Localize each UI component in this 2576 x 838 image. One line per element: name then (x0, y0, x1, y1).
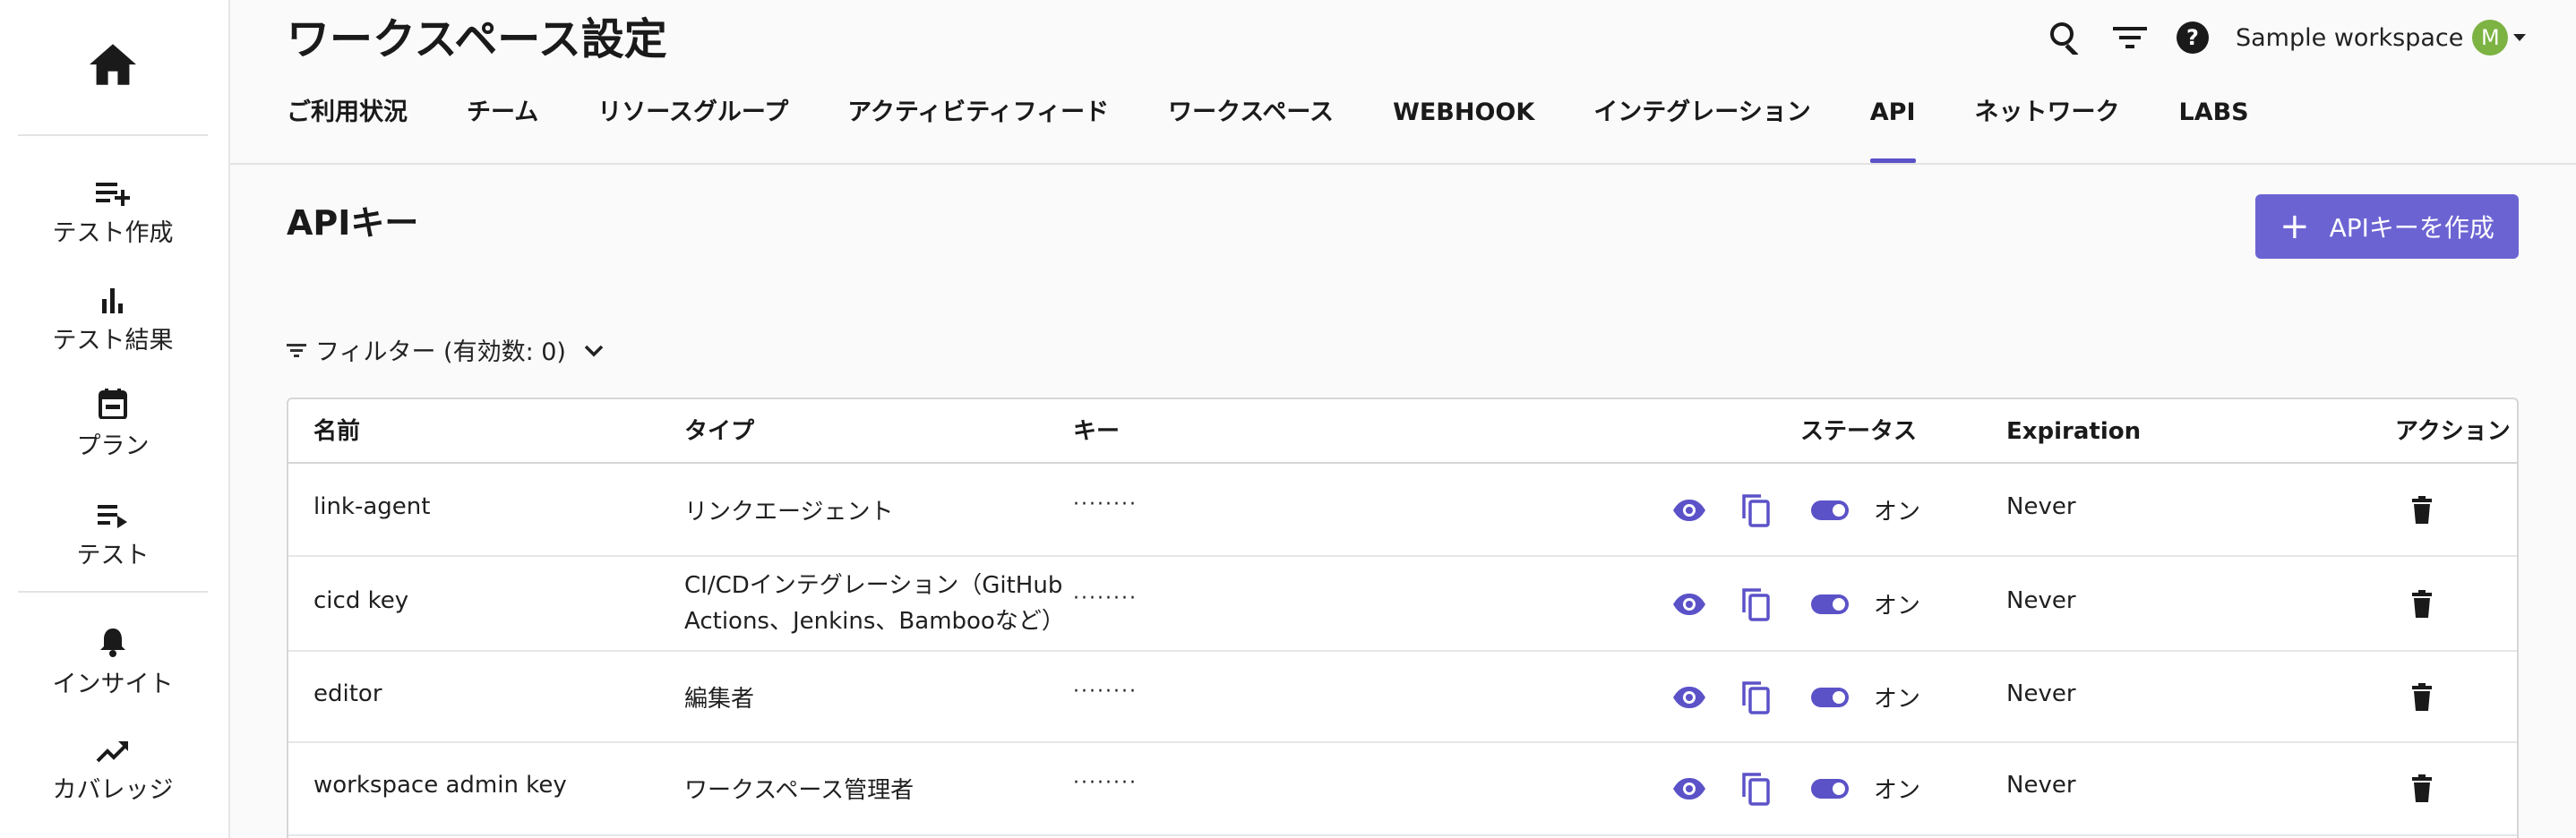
sidebar-divider (18, 591, 208, 593)
expiration-value: Never (2006, 772, 2076, 799)
workspace-selector[interactable]: Sample workspace M (2236, 18, 2527, 57)
key-value-masked: ········ (1073, 680, 1138, 703)
key-type: CI/CDインテグレーション（GitHub Actions、Jenkins、Ba… (684, 572, 1065, 635)
status-label: オン (1874, 777, 1921, 804)
table-row: cicd key CI/CDインテグレーション（GitHub Actions、J… (288, 557, 2517, 652)
column-header-action: アクション (2395, 418, 2511, 445)
table-row: editor 編集者 ········ オン Never (288, 652, 2517, 743)
filter-label: フィルター (有効数: 0) (315, 338, 566, 366)
sidebar-item-label: プラン (76, 432, 150, 460)
eye-icon[interactable] (1670, 491, 1709, 530)
key-value-masked: ········ (1073, 772, 1138, 794)
expiration-value: Never (2006, 493, 2076, 520)
column-header-type[interactable]: タイプ (684, 399, 754, 464)
sidebar-item-insights[interactable]: インサイト (0, 621, 226, 711)
trash-icon[interactable] (2402, 769, 2442, 808)
tab-usage[interactable]: ご利用状況 (287, 95, 408, 163)
trash-icon[interactable] (2402, 678, 2442, 717)
key-name: editor (313, 680, 382, 707)
eye-icon[interactable] (1670, 769, 1709, 808)
copy-icon[interactable] (1736, 678, 1775, 717)
filter-toggle[interactable]: フィルター (有効数: 0) (287, 333, 604, 366)
copy-icon[interactable] (1736, 585, 1775, 624)
api-keys-table: 名前 タイプ キー ステータス Expiration アクション link-ag… (287, 398, 2519, 838)
table-header: 名前 タイプ キー ステータス Expiration アクション (288, 399, 2517, 464)
status-toggle[interactable] (1811, 500, 1849, 520)
tab-network[interactable]: ネットワーク (1975, 95, 2120, 163)
chevron-down-icon (584, 336, 604, 363)
sidebar-item-label: インサイト (52, 671, 174, 698)
sidebar-item-plan[interactable]: プラン (0, 383, 226, 473)
table-row: link-agent リンクエージェント ········ オン Never (288, 464, 2517, 557)
search-icon[interactable] (2046, 18, 2085, 57)
plus-icon: + (2280, 206, 2310, 247)
status-label: オン (1874, 499, 1921, 526)
trending-up-icon (96, 727, 130, 763)
header-divider (230, 163, 2576, 165)
workspace-name: Sample workspace (2236, 23, 2464, 52)
column-header-status[interactable]: ステータス (1800, 399, 1917, 464)
key-name: cicd key (313, 587, 409, 614)
tab-resource-groups[interactable]: リソースグループ (597, 95, 788, 163)
expiration-value: Never (2006, 587, 2076, 614)
column-header-key[interactable]: キー (1073, 399, 1120, 464)
filter-icon[interactable] (2110, 18, 2150, 57)
status-label: オン (1874, 593, 1921, 620)
avatar: M (2472, 20, 2509, 56)
trash-icon[interactable] (2402, 491, 2442, 530)
tab-team[interactable]: チーム (467, 95, 538, 163)
tab-activity-feed[interactable]: アクティビティフィード (847, 95, 1109, 163)
bar-chart-icon (100, 278, 125, 313)
column-header-expiration[interactable]: Expiration (2006, 399, 2141, 464)
key-value-masked: ········ (1073, 493, 1138, 516)
sidebar-item-label: テスト結果 (52, 327, 174, 355)
sidebar-item-label: テスト作成 (52, 219, 174, 247)
key-type: リンクエージェント (684, 499, 894, 526)
key-name: workspace admin key (313, 772, 567, 799)
sidebar-item-coverage[interactable]: カバレッジ (0, 727, 226, 817)
eye-icon[interactable] (1670, 585, 1709, 624)
status-toggle[interactable] (1811, 688, 1849, 707)
tab-integrations[interactable]: インテグレーション (1593, 95, 1810, 163)
table-row: workspace admin key ワークスペース管理者 ········ … (288, 743, 2517, 836)
playlist-play-icon (98, 492, 128, 528)
eye-icon[interactable] (1670, 678, 1709, 717)
tab-workspace[interactable]: ワークスペース (1168, 95, 1334, 163)
playlist-add-icon (96, 170, 130, 206)
tab-api[interactable]: API (1869, 95, 1916, 163)
page-title: ワークスペース設定 (287, 14, 667, 64)
status-label: オン (1874, 686, 1921, 713)
filter-icon (287, 336, 306, 363)
home-icon[interactable] (86, 39, 140, 90)
copy-icon[interactable] (1736, 491, 1775, 530)
settings-tabs: ご利用状況 チーム リソースグループ アクティビティフィード ワークスペース W… (287, 95, 2308, 163)
sidebar: テスト作成 テスト結果 プラン テスト インサイト カバレッジ (0, 0, 230, 838)
sidebar-item-label: カバレッジ (52, 776, 174, 804)
bell-icon (99, 621, 126, 657)
status-toggle[interactable] (1811, 779, 1849, 799)
sidebar-item-label: テスト (76, 542, 150, 569)
expiration-value: Never (2006, 680, 2076, 707)
trash-icon[interactable] (2402, 585, 2442, 624)
svg-text:?: ? (2186, 25, 2199, 50)
key-type: ワークスペース管理者 (684, 777, 914, 804)
section-title: APIキー (287, 203, 419, 243)
copy-icon[interactable] (1736, 769, 1775, 808)
calendar-icon (99, 383, 127, 419)
key-type: 編集者 (684, 686, 755, 713)
key-name: link-agent (313, 493, 431, 520)
sidebar-item-test-results[interactable]: テスト結果 (0, 278, 226, 367)
help-icon[interactable]: ? (2173, 18, 2212, 57)
tab-labs[interactable]: LABS (2179, 95, 2249, 163)
caret-down-icon (2513, 34, 2527, 41)
column-header-name[interactable]: 名前 (313, 399, 360, 464)
status-toggle[interactable] (1811, 594, 1849, 614)
sidebar-item-create-test[interactable]: テスト作成 (0, 170, 226, 260)
create-api-key-button[interactable]: + APIキーを作成 (2255, 194, 2519, 259)
sidebar-item-tests[interactable]: テスト (0, 492, 226, 582)
tab-webhook[interactable]: WEBHOOK (1393, 95, 1534, 163)
sidebar-divider (18, 134, 208, 136)
key-value-masked: ········ (1073, 587, 1138, 610)
create-api-key-label: APIキーを作成 (2329, 213, 2494, 243)
